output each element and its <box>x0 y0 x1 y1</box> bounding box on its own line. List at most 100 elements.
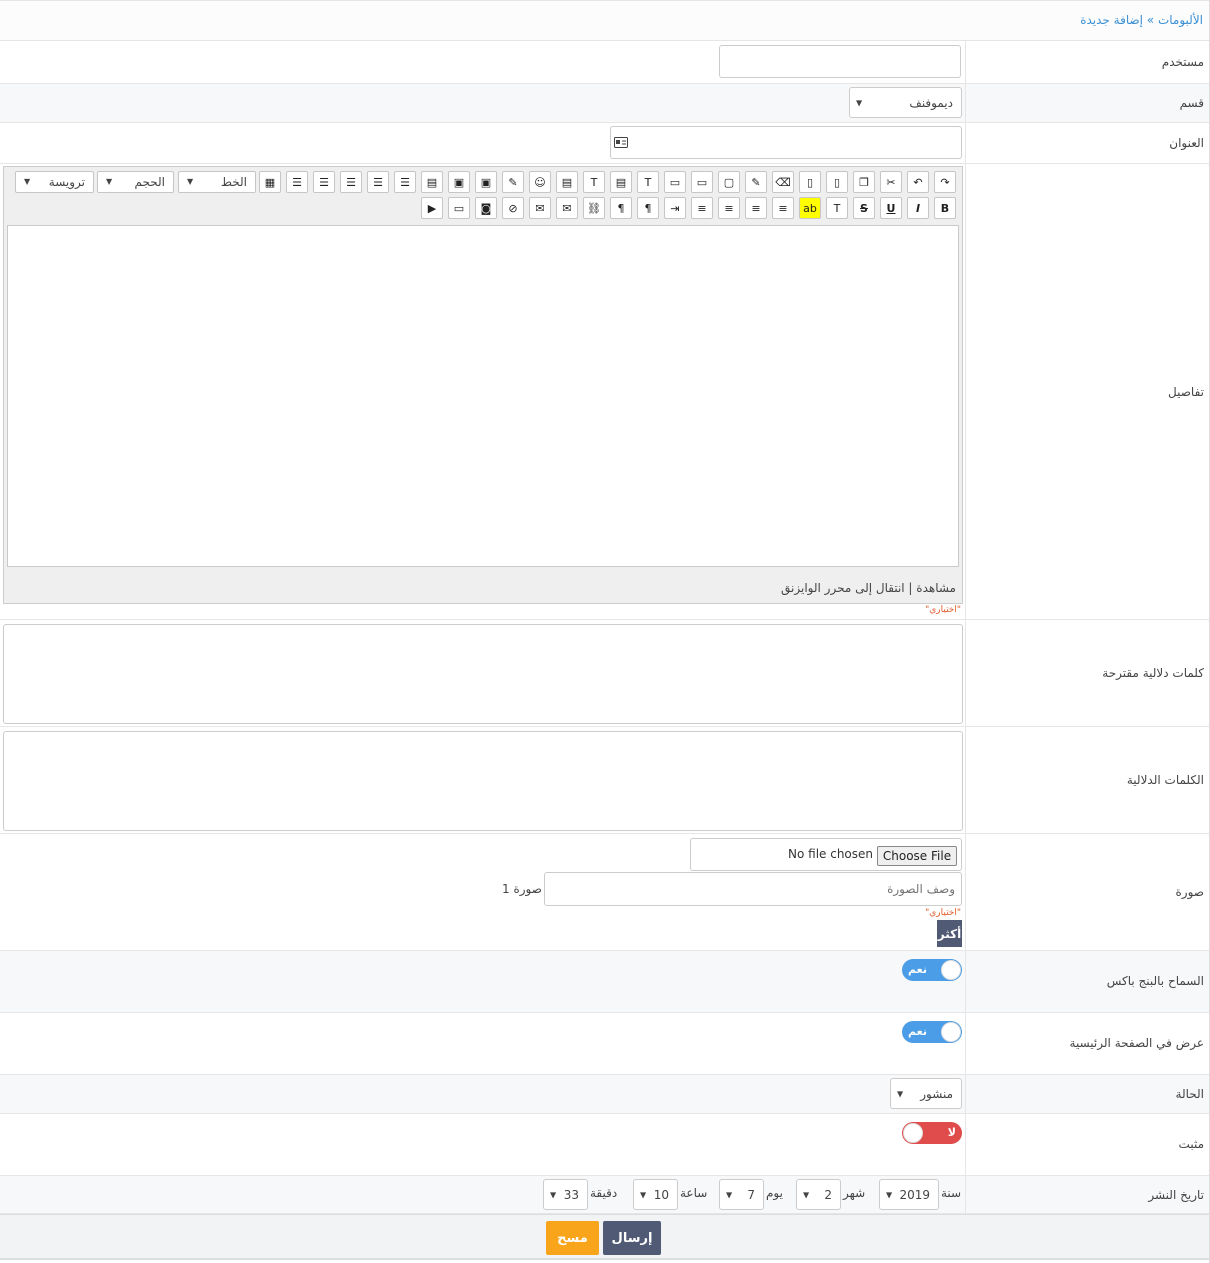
italic-icon[interactable]: I <box>907 197 929 219</box>
unordered-list-icon[interactable]: ☰ <box>367 171 389 193</box>
camera-icon[interactable]: ◙ <box>475 197 497 219</box>
chevron-down-icon: ▼ <box>886 1190 893 1199</box>
image-edit-icon[interactable]: ✎ <box>745 171 767 193</box>
bbcode-download-icon[interactable]: ▤ <box>556 171 578 193</box>
chevron-down-icon: ▼ <box>24 177 31 186</box>
copy-icon[interactable]: ❐ <box>853 171 875 193</box>
redo-icon[interactable]: ↷ <box>934 171 956 193</box>
month-select[interactable]: 2 ▼ <box>796 1179 841 1210</box>
list-icon[interactable]: ☰ <box>313 171 335 193</box>
ordered-list-icon[interactable]: ☰ <box>394 171 416 193</box>
table-icon[interactable]: ▤ <box>421 171 443 193</box>
bbcode-add-icon[interactable]: ▤ <box>610 171 632 193</box>
unlink-icon[interactable]: ⊘ <box>502 197 524 219</box>
category-label: قسم <box>1179 96 1204 110</box>
row-status: الحالة منشور ▼ <box>0 1075 1209 1114</box>
image-add-icon[interactable]: ▭ <box>664 171 686 193</box>
minute-select[interactable]: 33 ▼ <box>543 1179 588 1210</box>
bold-icon[interactable]: B <box>934 197 956 219</box>
edit-code-icon[interactable]: ✎ <box>502 171 524 193</box>
more-button[interactable]: أكثر <box>937 920 962 947</box>
editor-status[interactable]: مشاهدة | انتقال إلى محرر الوايزنق <box>781 581 956 595</box>
image-file-input[interactable]: No file chosen Choose File <box>690 838 962 871</box>
highlight-icon[interactable]: ab <box>799 197 821 219</box>
align-right-icon[interactable]: ≡ <box>691 197 713 219</box>
rtl-icon[interactable]: ¶ <box>610 197 632 219</box>
title-input[interactable] <box>610 126 962 159</box>
title-label: العنوان <box>1169 136 1204 150</box>
breadcrumb: الألبومات » إضافة جديدة <box>0 0 1209 41</box>
strikethrough-icon[interactable]: S <box>853 197 875 219</box>
row-allow-pingback: السماح بالبنج باكس نعم <box>0 951 1209 1013</box>
text-color-icon[interactable]: T <box>826 197 848 219</box>
status-select[interactable]: منشور ▼ <box>890 1078 962 1109</box>
php-code-icon[interactable]: ▣ <box>448 171 470 193</box>
chevron-down-icon: ▼ <box>187 177 194 186</box>
undo-icon[interactable]: ↶ <box>907 171 929 193</box>
align-left-icon[interactable]: ≡ <box>772 197 794 219</box>
gallery-icon[interactable]: ▭ <box>448 197 470 219</box>
toggle-label: نعم <box>908 1025 927 1038</box>
email-icon[interactable]: ✉ <box>556 197 578 219</box>
code-icon[interactable]: ▣ <box>475 171 497 193</box>
details-optional-note: "اختياري" <box>925 605 961 615</box>
pinned-label: مثبت <box>1178 1137 1204 1151</box>
align-center-icon[interactable]: ≡ <box>745 197 767 219</box>
checklist-icon[interactable]: ☰ <box>286 171 308 193</box>
indent-icon[interactable]: ⇥ <box>664 197 686 219</box>
user-input[interactable] <box>719 45 961 78</box>
pinned-toggle[interactable]: لا <box>902 1122 962 1144</box>
align-justify-icon[interactable]: ≡ <box>718 197 740 219</box>
row-title: العنوان <box>0 123 1209 164</box>
editor-content[interactable] <box>7 225 959 567</box>
choose-file-button[interactable]: Choose File <box>877 846 957 866</box>
heading-select-label: ترويسة <box>48 175 85 189</box>
row-show-home: عرض في الصفحة الرئيسية نعم <box>0 1013 1209 1075</box>
row-pinned: مثبت لا <box>0 1114 1209 1176</box>
suggested-tags-textarea[interactable] <box>3 624 963 724</box>
ltr-icon[interactable]: ¶ <box>637 197 659 219</box>
text-download-icon[interactable]: T <box>583 171 605 193</box>
hour-select[interactable]: 10 ▼ <box>633 1179 678 1210</box>
form-actions: إرسال مسح <box>0 1214 1209 1260</box>
chevron-down-icon: ▼ <box>856 98 863 107</box>
cut-icon[interactable]: ✂ <box>880 171 902 193</box>
font-select-label: الخط <box>220 175 247 189</box>
row-user: مستخدم <box>0 41 1209 84</box>
size-select[interactable]: الحجم ▼ <box>97 171 174 193</box>
paste-icon[interactable]: ▯ <box>826 171 848 193</box>
heading-select[interactable]: ترويسة ▼ <box>15 171 94 193</box>
submit-button[interactable]: إرسال <box>603 1221 661 1255</box>
comment-icon[interactable]: ✉ <box>529 197 551 219</box>
link-icon[interactable]: ⛓ <box>583 197 605 219</box>
frame-icon[interactable]: ▢ <box>718 171 740 193</box>
text-add-icon[interactable]: T <box>637 171 659 193</box>
row-tags: الكلمات الدلالية <box>0 727 1209 834</box>
chevron-down-icon: ▼ <box>550 1190 557 1199</box>
toolbar-row-2: ▶ ▭ ◙ ⊘ ✉ ✉ ⛓ ¶ ¶ ⇥ ≡ ≡ ≡ ≡ ab T S U I B <box>4 197 962 223</box>
allow-pingback-toggle[interactable]: نعم <box>902 959 962 981</box>
reset-button[interactable]: مسح <box>546 1221 599 1255</box>
breadcrumb-link[interactable]: الألبومات » إضافة جديدة <box>1080 13 1203 27</box>
image-icon[interactable]: ▭ <box>691 171 713 193</box>
user-label: مستخدم <box>1161 55 1204 69</box>
video-icon[interactable]: ▶ <box>421 197 443 219</box>
image-description-input[interactable] <box>544 872 962 906</box>
qrcode-icon[interactable]: ▦ <box>259 171 281 193</box>
minute-value: 33 <box>563 1187 579 1202</box>
smiley-icon[interactable]: ☺ <box>529 171 551 193</box>
show-home-toggle[interactable]: نعم <box>902 1021 962 1043</box>
document-icon[interactable]: ▯ <box>799 171 821 193</box>
image-index-label: صورة 1 <box>502 882 542 896</box>
bulleted-list-icon[interactable]: ☰ <box>340 171 362 193</box>
year-select[interactable]: 2019 ▼ <box>879 1179 939 1210</box>
font-select[interactable]: الخط ▼ <box>178 171 256 193</box>
month-label: شهر <box>843 1186 866 1200</box>
toggle-label: لا <box>947 1126 956 1139</box>
tags-textarea[interactable] <box>3 731 963 831</box>
eraser-icon[interactable]: ⌫ <box>772 171 794 193</box>
underline-icon[interactable]: U <box>880 197 902 219</box>
category-select[interactable]: ديموفنف ▼ <box>849 87 962 118</box>
show-home-label: عرض في الصفحة الرئيسية <box>1069 1036 1204 1050</box>
day-select[interactable]: 7 ▼ <box>719 1179 764 1210</box>
